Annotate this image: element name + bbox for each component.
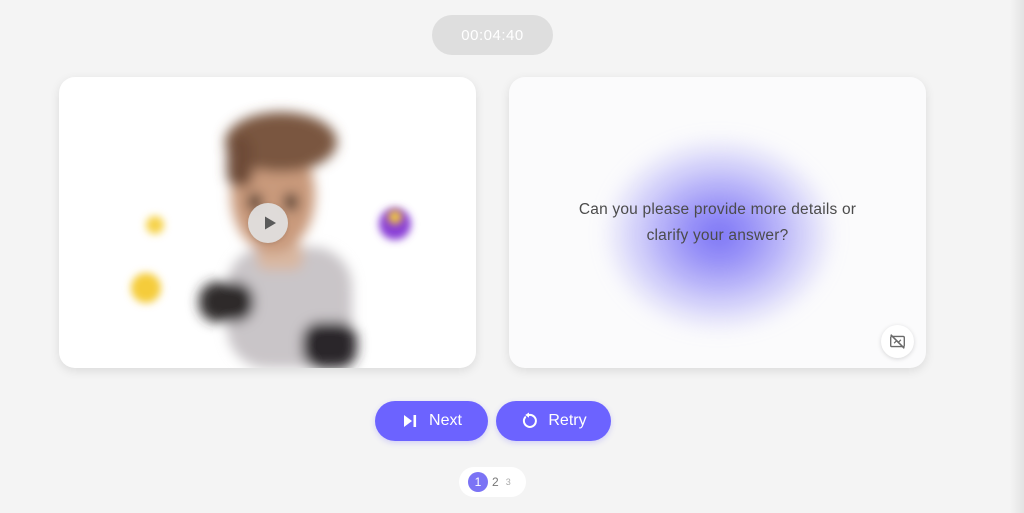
- next-button[interactable]: Next: [375, 401, 488, 441]
- retry-label: Retry: [548, 412, 587, 429]
- page-3[interactable]: 3: [506, 477, 511, 487]
- question-text: Can you please provide more details or c…: [529, 197, 906, 249]
- play-icon: [264, 216, 276, 230]
- question-line-2: clarify your answer?: [646, 227, 789, 244]
- camera-off-icon: [890, 334, 905, 349]
- question-card: Can you please provide more details or c…: [509, 77, 926, 368]
- play-button[interactable]: [248, 203, 288, 243]
- page-1[interactable]: 1: [468, 472, 488, 492]
- page-2[interactable]: 2: [492, 475, 499, 489]
- next-label: Next: [429, 412, 462, 429]
- skip-next-icon: [404, 415, 417, 427]
- video-card: [59, 77, 476, 368]
- retry-button[interactable]: Retry: [496, 401, 611, 441]
- question-line-1: Can you please provide more details or: [578, 201, 857, 218]
- question-pagination: 1 2 3: [459, 467, 526, 497]
- timer-text: 00:04:40: [461, 26, 524, 44]
- camera-toggle-button[interactable]: [881, 325, 914, 358]
- retry-icon: [523, 412, 538, 428]
- window-edge: [1010, 0, 1024, 513]
- elapsed-timer: 00:04:40: [432, 15, 553, 55]
